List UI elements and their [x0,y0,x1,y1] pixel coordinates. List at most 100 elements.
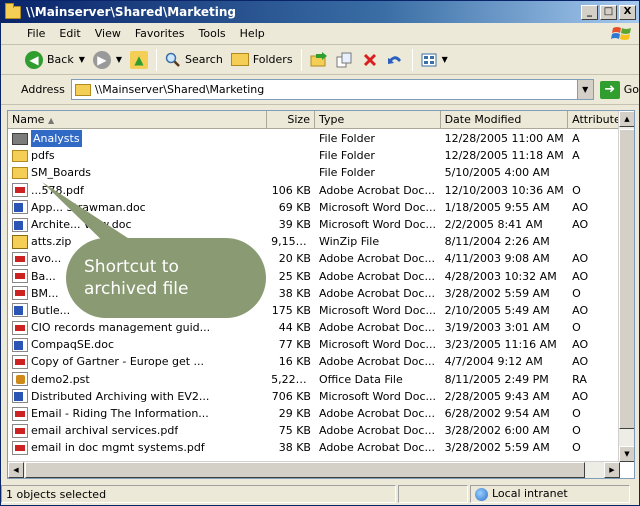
file-name-cell: CompaqSE.doc [8,336,267,353]
file-size: 9,154 KB [271,235,315,249]
horizontal-scroll-thumb[interactable] [25,462,585,478]
menu-file[interactable]: File [1,27,52,40]
file-name: avo... [31,252,62,266]
file-row[interactable]: Distributed Archiving with EV2... 706 KB M… [8,388,620,405]
maximize-button[interactable]: □ [600,4,617,20]
address-dropdown-button[interactable]: ▼ [576,80,593,99]
file-row[interactable]: App... Strawman.doc 69 KB Microsoft Word D… [8,199,620,216]
search-button[interactable]: Search [161,48,227,72]
file-type: Adobe Acrobat Doc... [318,269,435,283]
intranet-globe-icon [475,487,488,501]
move-to-button[interactable] [306,48,332,72]
menu-tools[interactable]: Tools [192,27,233,40]
scroll-left-button[interactable]: ◀ [8,462,24,478]
file-row[interactable]: Archite... view.doc 39 KB Microsoft Word D… [8,216,620,233]
chevron-down-icon[interactable]: ▼ [79,55,85,64]
close-button[interactable]: X [619,4,636,20]
pdf-icon [12,320,28,335]
file-size: 25 KB [278,269,311,283]
pdf-icon [12,183,28,198]
file-date: 12/28/2005 11:18 AM [444,149,564,163]
file-row[interactable]: pdfs File Folder 12/28/2005 11:18 AM A [8,147,620,164]
go-button[interactable]: ➜ Go [599,80,639,99]
toolbar-separator [300,48,302,71]
arrow-up-icon: ▲ [624,115,630,123]
pdf-icon [12,423,28,438]
file-name-cell: Copy of Gartner - Europe get ... [8,353,267,370]
scroll-right-button[interactable]: ▶ [604,462,620,478]
file-size: 20 KB [278,252,311,266]
menu-view[interactable]: View [88,27,128,40]
callout-line-1: Shortcut to [84,257,179,277]
column-header-size[interactable]: Size [267,111,315,129]
copy-to-button[interactable] [332,48,358,72]
folders-button[interactable]: Folders [227,48,297,72]
file-name-cell: CIO records management guid... [8,319,267,336]
file-date: 12/28/2005 11:00 AM [444,132,564,145]
delete-button[interactable] [358,48,382,72]
menu-edit[interactable]: Edit [52,27,87,40]
file-size: 38 KB [278,441,311,455]
scroll-up-button[interactable]: ▲ [619,111,634,127]
menu-favorites[interactable]: Favorites [128,27,192,40]
file-name: Distributed Archiving with EV2... [31,389,210,403]
file-date: 4/11/2003 9:08 AM [444,252,550,266]
file-attributes: O [572,286,581,300]
vertical-scrollbar[interactable]: ▲ ▼ [618,111,634,462]
undo-icon [387,55,401,64]
file-row[interactable]: ...578.pdf 106 KB Adobe Acrobat Doc... 12/1… [8,182,620,199]
file-date: 4/7/2004 9:12 AM [444,355,543,369]
menu-help[interactable]: Help [233,27,272,40]
horizontal-scrollbar[interactable]: ◀ ▶ [8,461,620,478]
chevron-down-icon[interactable]: ▼ [116,55,122,64]
column-headers: Name ▲ Size Type Date Modified Attribute… [8,111,620,129]
file-name-cell: App... Strawman.doc [8,199,267,216]
file-attributes: AO [572,338,589,352]
column-header-name[interactable]: Name ▲ [8,111,268,129]
file-type: Adobe Acrobat Doc... [318,407,435,420]
file-type: File Folder [318,166,375,180]
toolbar-separator [411,48,413,71]
file-attributes: AO [572,389,589,403]
chevron-down-icon[interactable]: ▼ [442,55,448,64]
forward-arrow-icon: ▶ [92,50,111,69]
file-name: Butle... [31,303,71,317]
window-controls: _ □ X [581,4,636,20]
file-date: 12/10/2003 10:36 AM [444,183,564,197]
file-row[interactable]: email in doc mgmt systems.pdf 38 KB Adobe … [8,439,620,456]
go-arrow-icon: ➜ [599,80,620,99]
file-row[interactable]: Analysts File Folder 12/28/2005 11:00 AM A [8,130,620,148]
file-row[interactable]: SM_Boards File Folder 5/10/2005 4:00 AM [8,164,620,181]
file-name-cell: pdfs [8,147,267,164]
file-size [267,164,315,181]
file-date: 6/28/2002 9:54 AM [444,407,550,420]
file-row[interactable]: Email - Riding The Information... 29 KB Ad… [8,405,620,422]
minimize-button[interactable]: _ [581,4,598,20]
column-header-attributes[interactable]: Attributes [568,111,620,129]
file-attributes: O [572,424,581,438]
folders-icon [230,53,249,66]
file-row[interactable]: CIO records management guid... 44 KB Adobe… [8,319,620,336]
vertical-scroll-thumb[interactable] [619,129,634,429]
scroll-down-button[interactable]: ▼ [619,446,634,462]
undo-button[interactable] [382,48,408,72]
file-row[interactable]: email archival services.pdf 75 KB Adobe Ac… [8,422,620,439]
up-folder-button[interactable]: ▲ [126,48,152,72]
file-row[interactable]: Copy of Gartner - Europe get ... 16 KB Ado… [8,353,620,370]
forward-button[interactable]: ▶ ▼ [89,48,126,72]
file-row[interactable]: CompaqSE.doc 77 KB Microsoft Word Doc... 3/… [8,336,620,353]
title-bar[interactable]: \\Mainserver\Shared\Marketing _ □ X [1,1,639,23]
file-size: 77 KB [278,338,311,352]
pdf-icon [12,251,28,266]
file-type: Adobe Acrobat Doc... [318,355,435,369]
arrow-down-icon: ▼ [624,450,630,458]
file-attributes: AO [572,252,589,266]
file-size: 16 KB [278,355,311,369]
address-input[interactable]: \\Mainserver\Shared\Marketing ▼ [70,79,594,100]
column-header-type[interactable]: Type [315,111,441,129]
back-button[interactable]: ◀ Back ▼ [21,48,89,72]
views-button[interactable]: ▼ [417,48,452,72]
file-row[interactable]: demo2.pst 5,225 KBOffice Data File 8/11/20… [8,371,620,388]
column-header-date[interactable]: Date Modified [441,111,569,129]
pdf-icon [12,286,28,301]
